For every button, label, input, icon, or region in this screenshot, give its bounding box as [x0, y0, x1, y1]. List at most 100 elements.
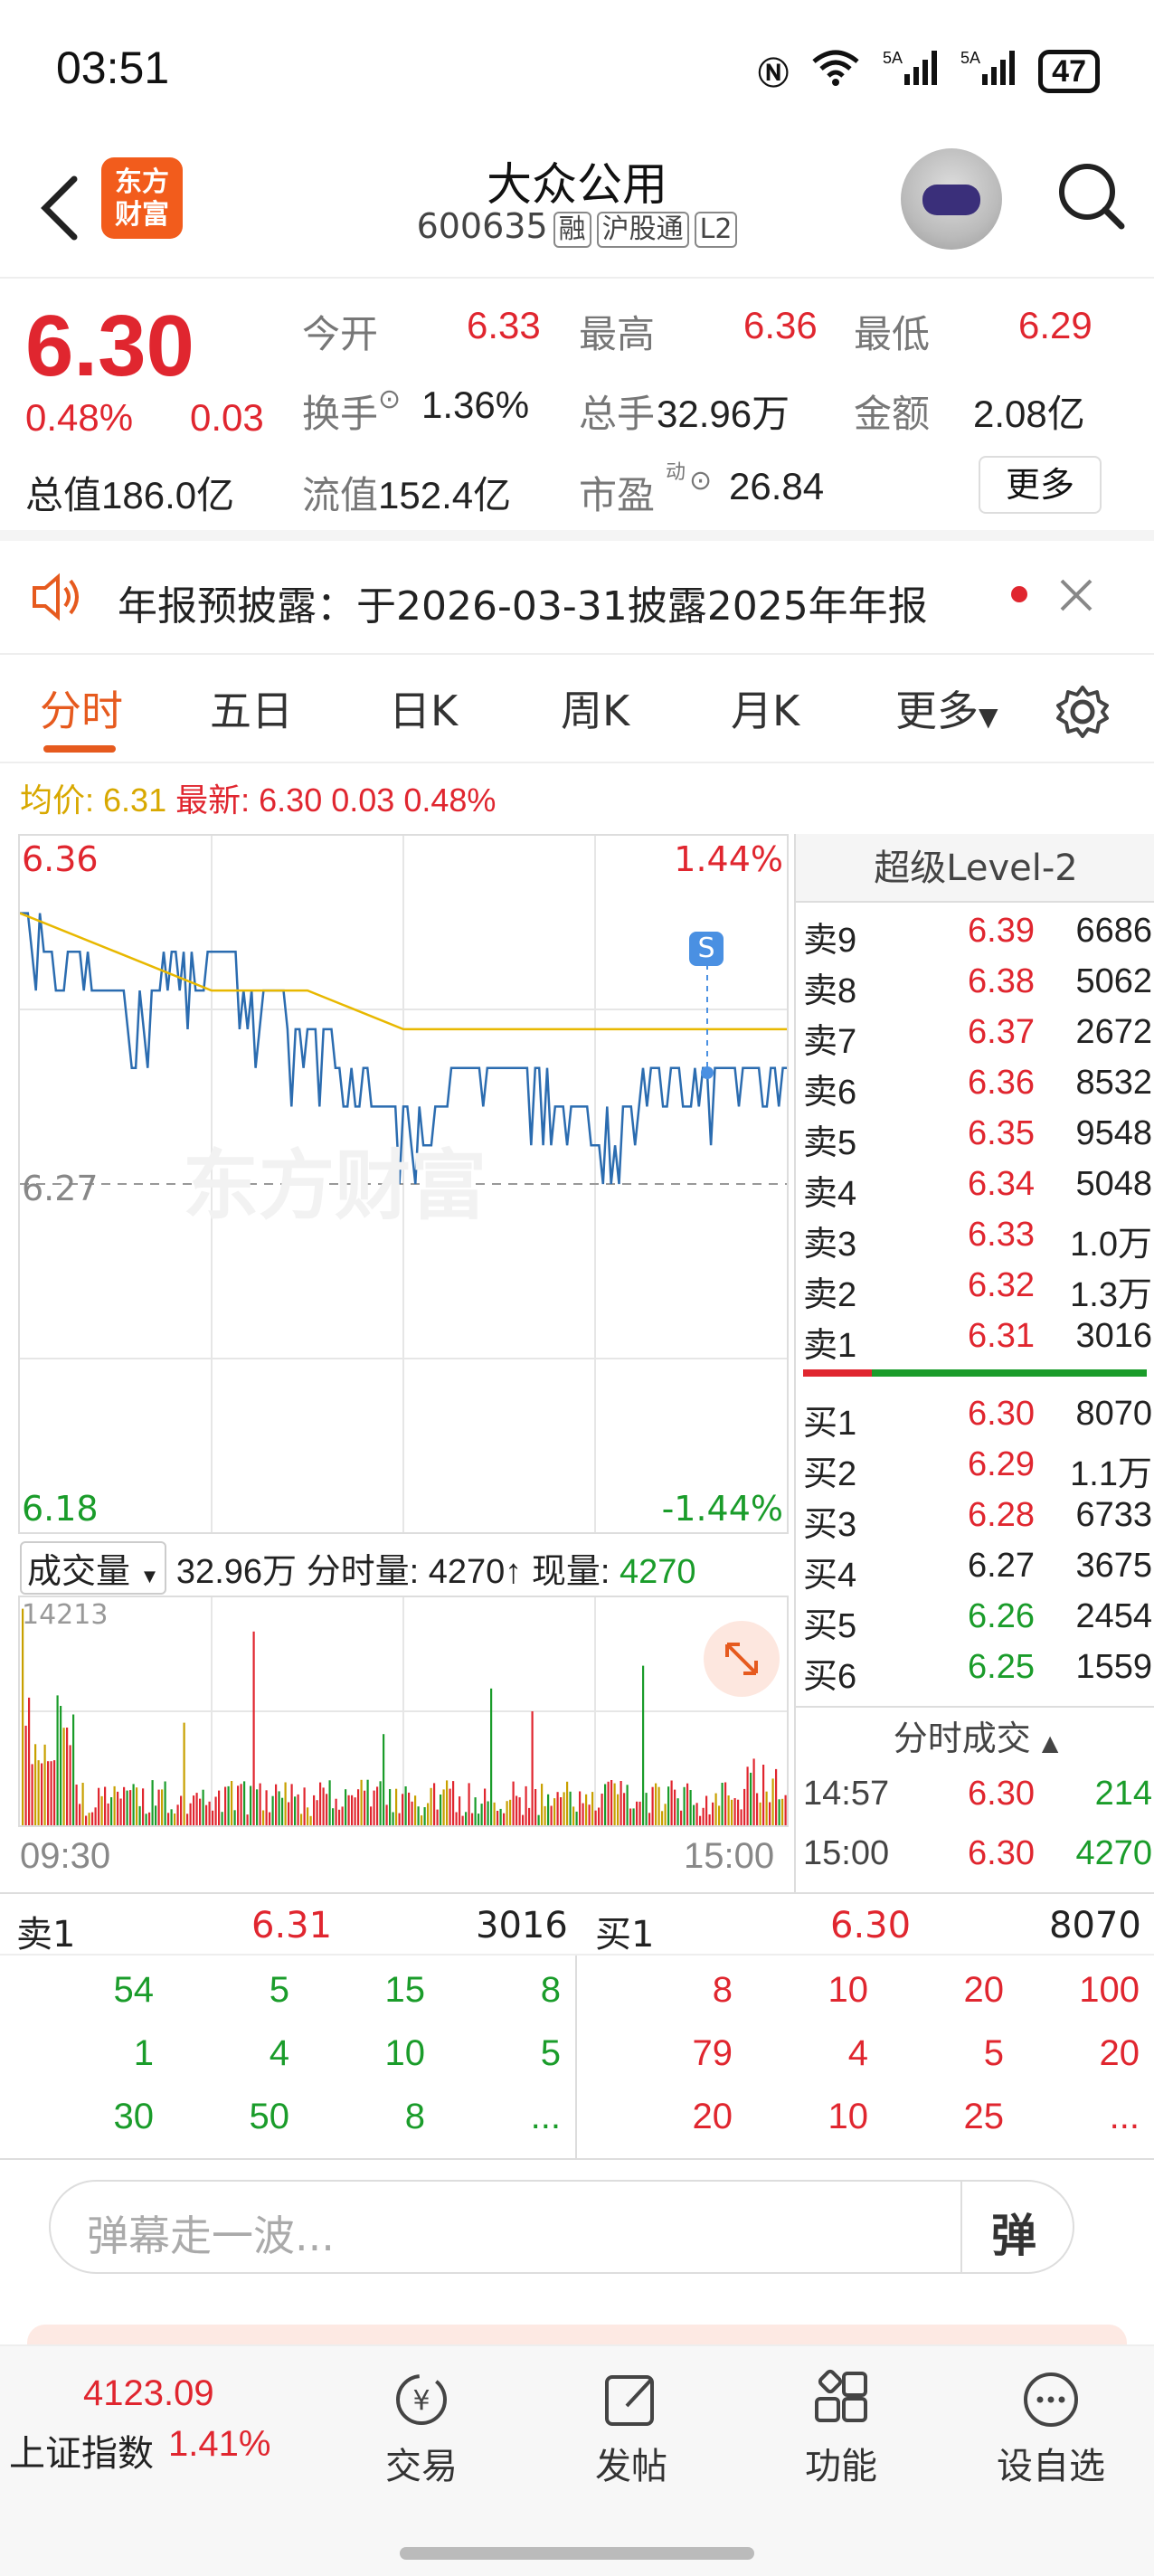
sell-level-row[interactable]: 卖6 6.36 8532 — [803, 1064, 1152, 1114]
sell-level-row[interactable]: 卖9 6.39 6686 — [803, 912, 1152, 962]
volume-bar — [136, 1787, 138, 1825]
volume-bar — [303, 1787, 306, 1825]
pct-min-label: -1.44% — [661, 1489, 783, 1529]
volume-bar — [155, 1805, 157, 1825]
pe-info-icon[interactable]: ⊙ — [689, 465, 712, 497]
volume-bar — [452, 1781, 455, 1825]
mcap-value: 186.0亿 — [101, 474, 235, 516]
volume-bar — [588, 1804, 591, 1825]
volume-selector[interactable]: 成交量 ▼ — [20, 1541, 167, 1595]
nav-post[interactable]: 发帖 — [568, 2368, 695, 2489]
nav-add-watchlist[interactable]: 设自选 — [988, 2368, 1114, 2489]
search-icon[interactable] — [1055, 150, 1127, 241]
sell-level-row[interactable]: 卖8 6.38 5062 — [803, 962, 1152, 1013]
sell-level-row[interactable]: 卖2 6.32 1.3万 — [803, 1266, 1152, 1317]
float-value: 152.4亿 — [378, 474, 512, 516]
tab-month-k[interactable]: 月K — [731, 678, 799, 738]
volume-bar — [107, 1803, 109, 1825]
sell-level-row[interactable]: 卖3 6.33 1.0万 — [803, 1216, 1152, 1266]
more-button[interactable]: 更多 — [979, 456, 1102, 514]
danmu-input[interactable]: 弹幕走一波... 弹 — [49, 2180, 1074, 2274]
volume-bar — [762, 1765, 765, 1825]
close-icon[interactable] — [1056, 575, 1096, 615]
gear-icon[interactable] — [1053, 682, 1112, 742]
volume-bar — [765, 1791, 768, 1825]
volume-bar — [170, 1809, 173, 1825]
volume-bar — [449, 1788, 451, 1825]
open-label: 今开 — [302, 313, 379, 355]
intraday-chart[interactable]: 东方财富 6.36 1.44% 6.27 6.18 -1.44% S — [18, 834, 789, 1534]
nav-trade[interactable]: ¥ 交易 — [358, 2368, 485, 2489]
expand-icon[interactable] — [704, 1621, 780, 1697]
volume-bar — [752, 1758, 755, 1825]
volume-bar — [436, 1809, 439, 1825]
buy-level-row[interactable]: 买1 6.30 8070 — [803, 1395, 1152, 1445]
volume-bar — [636, 1801, 638, 1825]
queue-sell-price: 6.31 — [251, 1905, 333, 1946]
signal-icon: 5A — [883, 47, 941, 95]
danmu-toggle-button[interactable]: 弹 — [991, 2200, 1036, 2265]
tab-intraday[interactable]: 分时 — [40, 678, 123, 738]
volume-bar — [670, 1780, 673, 1825]
buy-level-row[interactable]: 买3 6.28 6733 — [803, 1496, 1152, 1547]
volume-bar — [132, 1784, 135, 1825]
volume-bar — [689, 1790, 692, 1825]
buy-level-price: 6.29 — [968, 1445, 1035, 1483]
buy-level-row[interactable]: 买4 6.27 3675 — [803, 1547, 1152, 1597]
y-mid-label: 6.27 — [22, 1169, 99, 1208]
fenshi-trades-title[interactable]: 分时成交 ▲ — [796, 1706, 1154, 1767]
volume-bar — [756, 1793, 759, 1825]
volume-bar — [284, 1782, 287, 1825]
tab-more-label: 更多 — [895, 687, 979, 735]
volume-bar — [341, 1806, 344, 1825]
volume-bar — [547, 1794, 550, 1825]
volume-bar — [721, 1783, 724, 1825]
volume-bar — [69, 1745, 71, 1825]
volume-bar — [632, 1808, 635, 1825]
sell-level-row[interactable]: 卖4 6.34 5048 — [803, 1165, 1152, 1216]
level2-title[interactable]: 超级Level-2 — [796, 834, 1154, 903]
volume-bar — [145, 1814, 147, 1825]
buy-level-row[interactable]: 买2 6.29 1.1万 — [803, 1445, 1152, 1496]
volume-chart[interactable]: 14213 — [18, 1596, 789, 1827]
sell-level-row[interactable]: 卖7 6.37 2672 — [803, 1013, 1152, 1064]
volume-bar — [322, 1787, 325, 1825]
volume-bar — [202, 1789, 204, 1825]
current-vol-value: 4270 — [619, 1553, 696, 1591]
signal-marker[interactable]: S — [689, 932, 724, 966]
sell-level-row[interactable]: 卖5 6.35 9548 — [803, 1114, 1152, 1165]
volume-bar — [459, 1796, 461, 1825]
volume-bar — [569, 1791, 572, 1825]
nav-functions[interactable]: 功能 — [778, 2368, 904, 2489]
volume-bar — [117, 1791, 119, 1825]
sell-level-row[interactable]: 卖1 6.31 3016 — [803, 1317, 1152, 1368]
volume-bar — [167, 1813, 170, 1825]
trade-row: 15:00 6.30 4270 — [803, 1834, 1152, 1885]
tab-five-day[interactable]: 五日 — [210, 678, 293, 738]
volume-bar — [626, 1785, 629, 1825]
sell-level-label: 卖1 — [803, 1327, 857, 1365]
y-min-label: 6.18 — [22, 1489, 99, 1529]
volume-bar — [91, 1812, 94, 1825]
volume-bar — [148, 1812, 151, 1825]
buy-level-row[interactable]: 买6 6.25 1559 — [803, 1648, 1152, 1699]
queue-cell: 50 — [249, 2097, 290, 2136]
last-price: 6.30 — [25, 298, 194, 394]
robot-assistant-icon[interactable] — [901, 148, 1002, 250]
volume-bar — [512, 1781, 515, 1825]
volume-bar — [138, 1805, 141, 1825]
tab-more[interactable]: 更多▼ — [895, 678, 998, 738]
tab-day-k[interactable]: 日K — [389, 678, 458, 738]
info-icon[interactable]: ⊙ — [378, 384, 401, 415]
latest-pct: 0.48% — [403, 781, 497, 819]
index-value[interactable]: 4123.09 — [83, 2373, 214, 2414]
trade-time: 15:00 — [803, 1834, 890, 1872]
tab-week-k[interactable]: 周K — [561, 678, 629, 738]
buy-level-row[interactable]: 买5 6.26 2454 — [803, 1597, 1152, 1648]
queue-cell: 5 — [540, 2033, 561, 2073]
notice-bar[interactable]: 年报预披露：于2026-03-31披露2025年年报 — [0, 541, 1154, 655]
sell-level-price: 6.38 — [968, 962, 1035, 1000]
index-name[interactable]: 上证指数 — [9, 2424, 154, 2477]
volume-bar — [309, 1815, 312, 1825]
volume-total: 32.96万 — [175, 1553, 298, 1591]
